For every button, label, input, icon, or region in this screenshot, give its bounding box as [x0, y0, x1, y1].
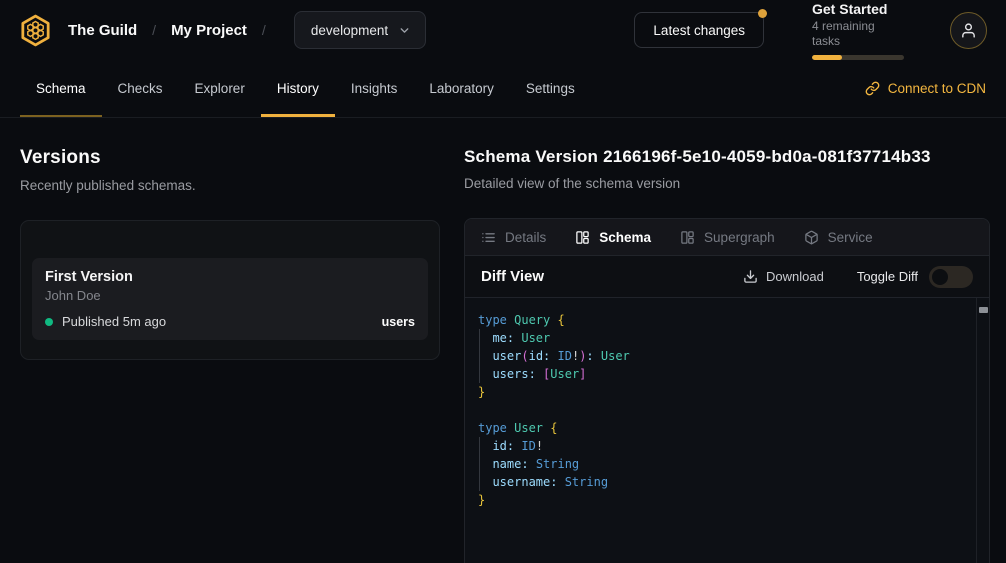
version-status-row: Published 5m ago users	[45, 314, 415, 329]
page: { "colors": { "accent": "#f4b740", "stat…	[0, 0, 1006, 563]
list-icon	[481, 230, 496, 245]
nav-tabs: Schema Checks Explorer History Insights …	[20, 60, 591, 117]
versions-column: Versions Recently published schemas. Fir…	[20, 147, 440, 563]
latest-changes-button[interactable]: Latest changes	[634, 12, 764, 48]
code-block: type Query { me: User user(id: ID!): Use…	[478, 311, 965, 509]
nav-tab-laboratory[interactable]: Laboratory	[413, 60, 510, 117]
get-started-title: Get Started	[812, 1, 904, 18]
detail-tabs: Details Schema Sup	[465, 219, 989, 256]
toggle-diff-switch[interactable]	[929, 266, 973, 288]
version-status-text: Published 5m ago	[62, 314, 166, 329]
nav-tab-insights[interactable]: Insights	[335, 60, 414, 117]
header-actions: Latest changes Get Started 4 remaining t…	[634, 1, 987, 60]
chevron-down-icon	[398, 24, 411, 37]
org-name[interactable]: The Guild	[68, 22, 137, 39]
diff-view-title: Diff View	[481, 268, 544, 285]
download-label: Download	[766, 269, 824, 284]
version-detail-title: Schema Version 2166196f-5e10-4059-bd0a-0…	[464, 147, 990, 167]
get-started-progress-fill	[812, 55, 842, 60]
detail-tab-label: Supergraph	[704, 230, 775, 245]
breadcrumb-separator: /	[262, 22, 266, 38]
project-name[interactable]: My Project	[171, 22, 247, 39]
user-avatar-button[interactable]	[950, 12, 987, 49]
link-icon	[865, 81, 880, 96]
code-scrollbar[interactable]	[976, 298, 989, 563]
nav-tab-checks[interactable]: Checks	[102, 60, 179, 117]
nav-tab-explorer[interactable]: Explorer	[179, 60, 261, 117]
nav-tab-settings[interactable]: Settings	[510, 60, 591, 117]
version-detail-panel: Details Schema Sup	[464, 218, 990, 563]
breadcrumb: The Guild / My Project / development	[18, 11, 426, 49]
main-content: Versions Recently published schemas. Fir…	[0, 118, 1006, 563]
nav-tab-schema[interactable]: Schema	[20, 60, 102, 117]
detail-tab-details[interactable]: Details	[481, 230, 546, 245]
version-list-item[interactable]: First Version John Doe Published 5m ago …	[32, 258, 428, 340]
schema-code-viewer[interactable]: type Query { me: User user(id: ID!): Use…	[465, 298, 989, 563]
get-started-progressbar	[812, 55, 904, 60]
user-icon	[960, 22, 977, 39]
indent-guide	[479, 437, 480, 491]
nav-tab-history[interactable]: History	[261, 60, 335, 117]
toggle-diff-label: Toggle Diff	[857, 269, 918, 284]
detail-tab-supergraph[interactable]: Supergraph	[680, 230, 775, 245]
detail-tab-label: Service	[828, 230, 873, 245]
layout-panels-icon	[680, 230, 695, 245]
version-author: John Doe	[45, 288, 415, 303]
detail-tab-label: Details	[505, 230, 546, 245]
latest-changes-label: Latest changes	[653, 23, 745, 38]
main-nav: Schema Checks Explorer History Insights …	[0, 60, 1006, 118]
detail-tab-label: Schema	[599, 230, 651, 245]
version-detail-column: Schema Version 2166196f-5e10-4059-bd0a-0…	[464, 147, 990, 563]
versions-list-card: First Version John Doe Published 5m ago …	[20, 220, 440, 360]
get-started-subtitle: 4 remaining tasks	[812, 19, 904, 49]
box-icon	[804, 230, 819, 245]
version-service-name: users	[382, 315, 415, 329]
version-detail-subtitle: Detailed view of the schema version	[464, 176, 990, 191]
layout-panels-icon	[575, 230, 590, 245]
switch-knob	[932, 269, 948, 285]
indent-guide	[479, 329, 480, 383]
download-icon	[743, 269, 758, 284]
connect-to-cdn-label: Connect to CDN	[888, 81, 986, 96]
target-selector-dropdown[interactable]: development	[294, 11, 426, 49]
top-header: The Guild / My Project / development Lat…	[0, 0, 1006, 60]
toggle-diff-group: Toggle Diff	[857, 266, 973, 288]
download-button[interactable]: Download	[743, 269, 824, 284]
connect-to-cdn-button[interactable]: Connect to CDN	[865, 60, 986, 117]
detail-tab-service[interactable]: Service	[804, 230, 873, 245]
guild-logo-icon[interactable]	[18, 13, 53, 48]
diff-toolbar: Diff View Download Toggle Diff	[465, 256, 989, 298]
scrollbar-thumb[interactable]	[979, 307, 988, 313]
versions-subtitle: Recently published schemas.	[20, 178, 440, 193]
breadcrumb-separator: /	[152, 22, 156, 38]
target-selected-value: development	[311, 23, 388, 38]
versions-title: Versions	[20, 147, 440, 169]
published-status-dot	[45, 318, 53, 326]
get-started-widget[interactable]: Get Started 4 remaining tasks	[812, 1, 904, 60]
version-name: First Version	[45, 269, 415, 285]
notification-dot	[758, 9, 767, 18]
detail-tab-schema[interactable]: Schema	[575, 230, 651, 245]
